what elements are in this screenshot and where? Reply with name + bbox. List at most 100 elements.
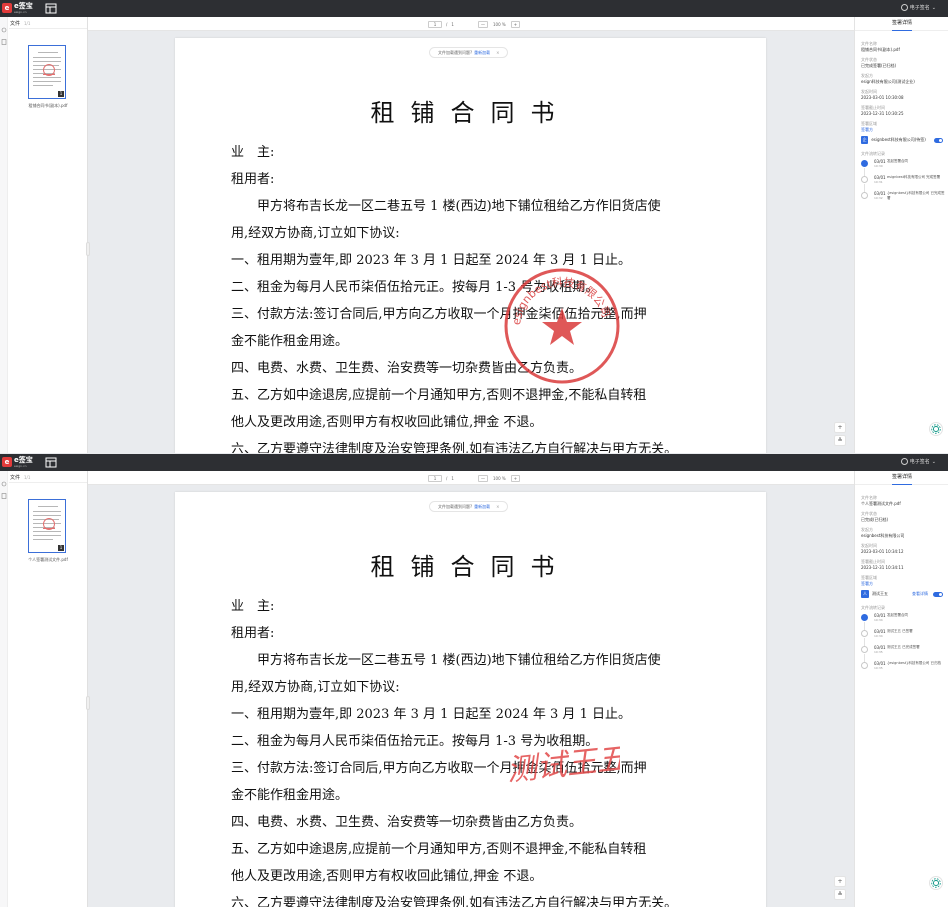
document-icon[interactable] bbox=[1, 493, 7, 499]
tab-sign-details[interactable]: 签署详情 bbox=[855, 17, 948, 31]
close-icon[interactable]: × bbox=[496, 504, 499, 509]
page-separator: / bbox=[446, 22, 448, 27]
signer-status[interactable]: 查看详情 bbox=[912, 591, 928, 597]
field-value: 2023-03-01 10:34:12 bbox=[861, 549, 904, 554]
user-menu[interactable]: 电子签名 ⌄ bbox=[900, 4, 936, 11]
reload-link[interactable]: 重新加载 bbox=[474, 504, 490, 510]
handwritten-signature[interactable]: 测试王五 bbox=[502, 729, 620, 789]
document-title: 租铺合同书 bbox=[370, 99, 571, 127]
thumb-signature-icon bbox=[43, 71, 55, 75]
close-icon[interactable]: × bbox=[496, 50, 499, 55]
file-tab[interactable]: 文件 bbox=[10, 20, 20, 27]
reload-link[interactable]: 重新加载 bbox=[474, 50, 490, 56]
document-page: 文件加载遇到问题? 重新加载 × 租铺合同书 业 主: 租用者: 甲方将布吉长龙… bbox=[175, 492, 766, 907]
viewer-toolbar: 1 / 1 — 100 % + bbox=[88, 471, 854, 485]
chevron-down-icon: ⌄ bbox=[931, 4, 936, 11]
page-count-badge: 1 bbox=[58, 91, 64, 97]
timeline-item: 03/01 10:35 {esignbest}科技有限公司 已归档 bbox=[861, 661, 947, 679]
page-total: 1 bbox=[451, 476, 454, 481]
zoom-in-float-button[interactable]: + bbox=[834, 422, 846, 433]
timeline-text: {esignbest}科技有限公司 已完成签署 bbox=[887, 191, 945, 200]
zoom-out-button[interactable]: — bbox=[478, 475, 488, 482]
user-name: 电子签名 bbox=[909, 459, 930, 465]
field-value: esign科技有限公司(测试企业) bbox=[861, 79, 915, 84]
page-control: 1 / 1 bbox=[428, 21, 454, 28]
zoom-in-button[interactable]: + bbox=[510, 475, 521, 482]
field-value: 2023-03-01 10:30:08 bbox=[861, 95, 904, 100]
sidebar-collapse-handle[interactable] bbox=[86, 696, 90, 710]
pane-seal: e e签宝 esign.cn 电子签名 ⌄ 文件 1/1 1 租铺合同书(副本)… bbox=[0, 0, 948, 453]
signer-avatar: 人 bbox=[861, 590, 869, 598]
check-circle-icon bbox=[861, 614, 868, 621]
file-tab[interactable]: 文件 bbox=[10, 474, 20, 481]
page-current-input[interactable]: 1 bbox=[428, 21, 442, 28]
divider bbox=[9, 482, 87, 483]
user-menu[interactable]: 电子签名 ⌄ bbox=[900, 458, 936, 465]
thumb-line bbox=[33, 535, 61, 536]
thumb-signature-icon bbox=[43, 525, 55, 529]
tab-sign-details[interactable]: 签署详情 bbox=[855, 471, 948, 485]
zoom-in-float-button[interactable]: + bbox=[834, 876, 846, 887]
timeline-text: 发起签署合同 bbox=[887, 159, 908, 163]
zoom-in-button[interactable]: + bbox=[510, 21, 521, 28]
gear-icon[interactable] bbox=[929, 422, 943, 436]
file-name[interactable]: 租铺合同书(副本).pdf bbox=[20, 103, 76, 109]
signer-toggle[interactable] bbox=[933, 591, 943, 597]
document-line: 用,经双方协商,订立如下协议: bbox=[231, 680, 400, 695]
page-current-input[interactable]: 1 bbox=[428, 475, 442, 482]
timeline-title: 文件流转记录 bbox=[861, 605, 885, 610]
zoom-level[interactable]: 100 % bbox=[493, 476, 506, 481]
document-line: 四、电费、水费、卫生费、治安费等一切杂费皆由乙方负责。 bbox=[231, 815, 583, 830]
thumb-line bbox=[33, 57, 61, 58]
file-name[interactable]: 个人签署测试文件.pdf bbox=[20, 557, 76, 563]
collapse-down-icon[interactable]: ≚ bbox=[834, 435, 846, 446]
file-thumbnail[interactable]: 1 bbox=[28, 45, 66, 99]
load-tip-text: 文件加载遇到问题? bbox=[438, 503, 473, 509]
field-value: esignbest科技有限公司 bbox=[861, 533, 905, 538]
timeline-title: 文件流转记录 bbox=[861, 151, 885, 156]
status-dot-icon bbox=[861, 646, 868, 653]
thumb-line bbox=[33, 511, 61, 512]
document-line: 租用者: bbox=[231, 626, 275, 641]
app-logo-icon[interactable]: e bbox=[2, 457, 12, 467]
gear-icon[interactable] bbox=[929, 876, 943, 890]
document-line: 甲方将布吉长龙一区二巷五号 1 楼(西边)地下铺位租给乙方作旧货店使 bbox=[231, 199, 661, 214]
load-tip-text: 文件加载遇到问题? bbox=[438, 49, 473, 55]
timeline-time: 10:35 bbox=[874, 650, 883, 654]
document-line: 金不能作租金用途。 bbox=[231, 334, 349, 349]
document-icon[interactable] bbox=[1, 39, 7, 45]
document-line: 业 主: bbox=[231, 145, 275, 160]
document-line: 业 主: bbox=[231, 599, 275, 614]
timeline-time: 10:35 bbox=[874, 666, 883, 670]
file-thumbnail[interactable]: 1 bbox=[28, 499, 66, 553]
workspace-switch-icon[interactable] bbox=[45, 457, 57, 468]
workspace-switch-icon[interactable] bbox=[45, 3, 57, 14]
timeline-time: 10:31 bbox=[874, 180, 883, 184]
file-sidebar: 文件 1/1 1 个人签署测试文件.pdf bbox=[0, 471, 90, 907]
document-line: 金不能作租金用途。 bbox=[231, 788, 349, 803]
company-seal[interactable]: esignbest科技有限公司 bbox=[502, 266, 622, 386]
sidebar-collapse-handle[interactable] bbox=[86, 242, 90, 256]
chevron-down-icon: ⌄ bbox=[931, 458, 936, 465]
signer-toggle[interactable] bbox=[933, 137, 943, 143]
refresh-icon[interactable] bbox=[1, 27, 7, 33]
timeline-time: 10:34 bbox=[874, 634, 883, 638]
zoom-out-button[interactable]: — bbox=[478, 21, 488, 28]
document-line: 甲方将布吉长龙一区二巷五号 1 楼(西边)地下铺位租给乙方作旧货店使 bbox=[231, 653, 661, 668]
thumb-line bbox=[33, 81, 61, 82]
field-value: 2023-12-31 10:34:11 bbox=[861, 565, 904, 570]
status-dot-icon bbox=[861, 630, 868, 637]
file-count: 1/1 bbox=[24, 21, 31, 26]
field-value: 租铺合同书(副本).pdf bbox=[861, 47, 900, 52]
refresh-icon[interactable] bbox=[1, 481, 7, 487]
thumb-line bbox=[33, 515, 61, 516]
zoom-level[interactable]: 100 % bbox=[493, 22, 506, 27]
document-line: 用,经双方协商,订立如下协议: bbox=[231, 226, 400, 241]
brand-name: e签宝 bbox=[14, 2, 33, 10]
collapse-down-icon[interactable]: ≚ bbox=[834, 889, 846, 900]
left-rail bbox=[0, 17, 8, 453]
signer-group: 签署方 bbox=[861, 127, 873, 132]
app-logo-icon[interactable]: e bbox=[2, 3, 12, 13]
signer-row[interactable]: 人 测试王五 查看详情 bbox=[861, 589, 943, 599]
signer-row[interactable]: 企 esignbest科技有限公司(待签) bbox=[861, 135, 943, 145]
